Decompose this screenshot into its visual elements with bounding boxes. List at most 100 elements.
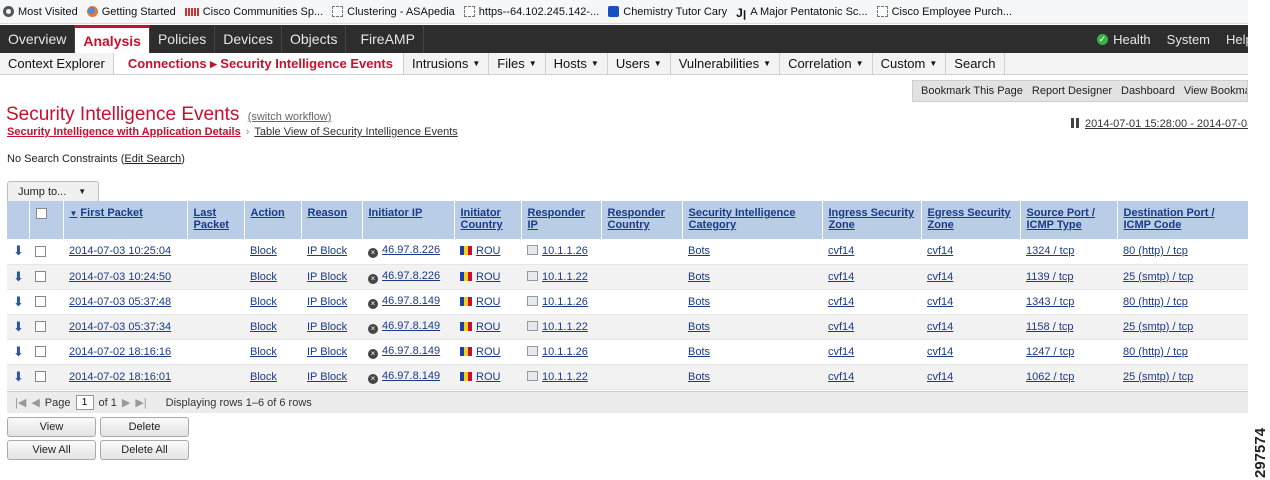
cell-initiator-country[interactable]: ROU <box>454 364 521 390</box>
cell-destination-port-icmp-code[interactable]: 80 (http) / tcp <box>1117 339 1248 365</box>
cell-egress-security-zone[interactable]: cvf14 <box>921 264 1020 290</box>
bookmark-page-link[interactable]: Bookmark This Page <box>921 85 1023 97</box>
cell-egress-security-zone[interactable]: cvf14 <box>921 339 1020 365</box>
cell-source-port-icmp-type[interactable]: 1324 / tcp <box>1020 239 1117 265</box>
cell-security-intelligence-category[interactable]: Bots <box>682 239 822 265</box>
bookmark-https-64-102-245-142[interactable]: https--64.102.245.142-... <box>463 6 599 18</box>
cell-action[interactable]: Block <box>244 314 301 340</box>
table-row[interactable]: ⬇ 2014-07-02 18:16:16 Block IP Block × 46.97.… <box>7 339 1248 365</box>
cell-security-intelligence-category[interactable]: Bots <box>682 314 822 340</box>
cell-egress-security-zone[interactable]: cvf14 <box>921 289 1020 315</box>
cell-reason[interactable]: IP Block <box>301 264 362 290</box>
cell-source-port-icmp-type[interactable]: 1343 / tcp <box>1020 289 1117 315</box>
cell-security-intelligence-category[interactable]: Bots <box>682 364 822 390</box>
cell-reason[interactable]: IP Block <box>301 289 362 315</box>
cell-ingress-security-zone[interactable]: cvf14 <box>822 239 921 265</box>
cell-ingress-security-zone[interactable]: cvf14 <box>822 364 921 390</box>
subnav-context-explorer[interactable]: Context Explorer <box>0 53 114 74</box>
bookmark-cisco-employee-purch[interactable]: Cisco Employee Purch... <box>876 6 1012 18</box>
cell-first-packet[interactable]: 2014-07-02 18:16:01 <box>63 364 187 390</box>
cell-egress-security-zone[interactable]: cvf14 <box>921 364 1020 390</box>
subnav-correlation[interactable]: Correlation ▼ <box>780 53 873 74</box>
row-select-cell[interactable] <box>29 239 63 265</box>
column-header-action[interactable]: Action <box>244 201 302 239</box>
table-row[interactable]: ⬇ 2014-07-03 05:37:34 Block IP Block × 46.97.… <box>7 314 1248 340</box>
cell-initiator-ip[interactable]: × 46.97.8.226 <box>362 239 454 265</box>
nav-analysis[interactable]: Analysis <box>75 25 150 53</box>
row-select-cell[interactable] <box>29 339 63 365</box>
row-select-cell[interactable] <box>29 289 63 315</box>
nav-policies[interactable]: Policies <box>150 25 216 53</box>
last-page-icon[interactable]: ▶| <box>135 396 146 409</box>
cell-egress-security-zone[interactable]: cvf14 <box>921 314 1020 340</box>
subnav-search[interactable]: Search <box>946 53 1005 74</box>
subnav-connections-security-intelligence-events[interactable]: Connections ▸ Security Intelligence Even… <box>113 53 404 74</box>
drilldown-arrow-icon[interactable]: ⬇ <box>13 243 24 259</box>
cell-ingress-security-zone[interactable]: cvf14 <box>822 339 921 365</box>
cell-first-packet[interactable]: 2014-07-03 05:37:34 <box>63 314 187 340</box>
health-menu[interactable]: ✓ Health <box>1089 25 1159 53</box>
column-header-reason[interactable]: Reason <box>301 201 363 239</box>
cell-initiator-ip[interactable]: × 46.97.8.149 <box>362 339 454 365</box>
drilldown-cell[interactable]: ⬇ <box>7 364 29 390</box>
cell-ingress-security-zone[interactable]: cvf14 <box>822 314 921 340</box>
subnav-vulnerabilities[interactable]: Vulnerabilities ▼ <box>671 53 781 74</box>
bookmark-clustering-asapedia[interactable]: Clustering - ASApedia <box>332 6 455 18</box>
row-select-cell[interactable] <box>29 264 63 290</box>
table-row[interactable]: ⬇ 2014-07-03 05:37:48 Block IP Block × 46.97.… <box>7 289 1248 315</box>
table-row[interactable]: ⬇ 2014-07-03 10:25:04 Block IP Block × 46.97.… <box>7 239 1248 265</box>
column-header-destination-port-icmp-code[interactable]: Destination Port / ICMP Code <box>1117 201 1249 239</box>
pause-icon[interactable] <box>1071 118 1079 128</box>
jump-to-dropdown[interactable]: Jump to... ▼ <box>7 181 99 201</box>
subnav-intrusions[interactable]: Intrusions ▼ <box>404 53 490 74</box>
cell-reason[interactable]: IP Block <box>301 339 362 365</box>
cell-action[interactable]: Block <box>244 264 301 290</box>
cell-initiator-ip[interactable]: × 46.97.8.149 <box>362 364 454 390</box>
cell-action[interactable]: Block <box>244 239 301 265</box>
cell-reason[interactable]: IP Block <box>301 314 362 340</box>
cell-source-port-icmp-type[interactable]: 1158 / tcp <box>1020 314 1117 340</box>
column-header-initiator-ip[interactable]: Initiator IP <box>362 201 455 239</box>
cell-initiator-country[interactable]: ROU <box>454 239 521 265</box>
cell-responder-ip[interactable]: 10.1.1.26 <box>521 239 601 265</box>
next-page-icon[interactable]: ▶ <box>122 396 130 409</box>
cell-ingress-security-zone[interactable]: cvf14 <box>822 264 921 290</box>
row-select-cell[interactable] <box>29 364 63 390</box>
row-checkbox[interactable] <box>35 245 46 257</box>
column-header-egress-security-zone[interactable]: Egress Security Zone <box>921 201 1021 239</box>
column-header-security-intelligence-category[interactable]: Security Intelligence Category <box>682 201 823 239</box>
drilldown-arrow-icon[interactable]: ⬇ <box>13 294 24 310</box>
cell-initiator-country[interactable]: ROU <box>454 339 521 365</box>
cell-destination-port-icmp-code[interactable]: 25 (smtp) / tcp <box>1117 264 1248 290</box>
subnav-users[interactable]: Users ▼ <box>608 53 671 74</box>
time-range-link[interactable]: 2014-07-01 15:28:00 - 2014-07-03 15:28:0… <box>1085 118 1248 130</box>
cell-initiator-ip[interactable]: × 46.97.8.226 <box>362 264 454 290</box>
row-checkbox[interactable] <box>35 296 46 308</box>
bookmark-most-visited[interactable]: Most Visited <box>3 6 78 18</box>
time-range[interactable]: 2014-07-01 15:28:00 - 2014-07-03 15:28:0… <box>1071 118 1248 130</box>
header-select-all[interactable] <box>29 201 64 239</box>
cell-initiator-country[interactable]: ROU <box>454 289 521 315</box>
row-checkbox[interactable] <box>35 321 46 333</box>
cell-security-intelligence-category[interactable]: Bots <box>682 289 822 315</box>
cell-initiator-ip[interactable]: × 46.97.8.149 <box>362 314 454 340</box>
view-bookmarks-link[interactable]: View Bookmarks <box>1184 85 1247 97</box>
nav-objects[interactable]: Objects <box>282 25 347 53</box>
cell-responder-ip[interactable]: 10.1.1.26 <box>521 339 601 365</box>
nav-overview[interactable]: Overview <box>0 25 76 53</box>
delete-all-button[interactable]: Delete All <box>100 440 189 460</box>
cell-action[interactable]: Block <box>244 364 301 390</box>
column-header-source-port-icmp-type[interactable]: Source Port / ICMP Type <box>1020 201 1118 239</box>
drilldown-arrow-icon[interactable]: ⬇ <box>13 344 24 360</box>
dashboard-link[interactable]: Dashboard <box>1121 85 1175 97</box>
cell-initiator-country[interactable]: ROU <box>454 314 521 340</box>
cell-security-intelligence-category[interactable]: Bots <box>682 264 822 290</box>
column-header-responder-country[interactable]: Responder Country <box>601 201 683 239</box>
cell-responder-ip[interactable]: 10.1.1.22 <box>521 314 601 340</box>
table-row[interactable]: ⬇ 2014-07-02 18:16:01 Block IP Block × 46.97.… <box>7 364 1248 390</box>
cell-source-port-icmp-type[interactable]: 1247 / tcp <box>1020 339 1117 365</box>
cell-responder-ip[interactable]: 10.1.1.22 <box>521 264 601 290</box>
cell-egress-security-zone[interactable]: cvf14 <box>921 239 1020 265</box>
cell-destination-port-icmp-code[interactable]: 80 (http) / tcp <box>1117 239 1248 265</box>
report-designer-link[interactable]: Report Designer <box>1032 85 1112 97</box>
